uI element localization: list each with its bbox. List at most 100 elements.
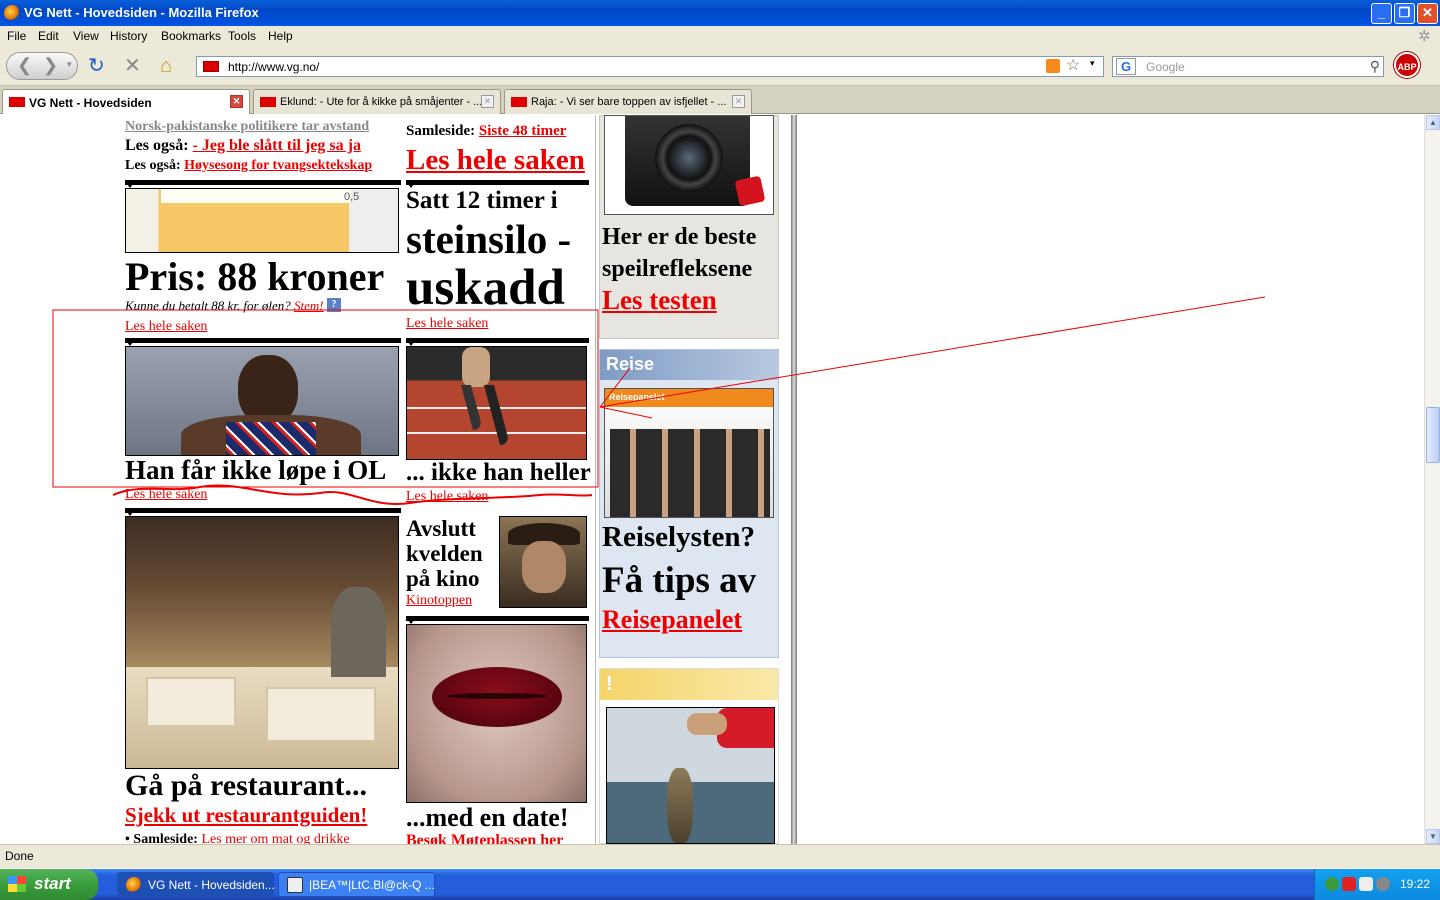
tab-label: Raja: - Vi ser bare toppen av isfjellet … (531, 96, 727, 108)
taskbar-button-label: VG Nett - Hovedsiden... (148, 878, 275, 892)
title-bar: VG Nett - Hovedsiden - Mozilla Firefox _… (0, 0, 1440, 26)
reiselysten-headline[interactable]: Reiselysten? (602, 521, 755, 554)
section-divider (406, 338, 589, 346)
camera-image[interactable] (604, 115, 774, 215)
restaurant-headline[interactable]: Gå på restaurant... (125, 769, 367, 803)
tray-antivirus-icon[interactable] (1342, 877, 1356, 891)
tab-eklund[interactable]: Eklund: - Ute for å kikke på småjenter -… (253, 89, 501, 114)
bang-header: ! (600, 669, 778, 700)
menu-view[interactable]: View (73, 29, 99, 43)
help-icon[interactable]: ? (326, 298, 341, 312)
scroll-down-icon[interactable]: ▼ (1426, 829, 1440, 844)
les-hele-saken-silo[interactable]: Les hele saken (406, 316, 488, 332)
les-ogsa-label: Les også: (125, 137, 189, 154)
reisepanelet-link[interactable]: Reisepanelet (602, 605, 742, 635)
menu-tools[interactable]: Tools (228, 29, 256, 43)
samleside-link[interactable]: Siste 48 timer (479, 123, 566, 139)
menu-file[interactable]: File (7, 29, 26, 43)
close-tab-icon[interactable]: ✕ (481, 95, 494, 108)
les-hele-saken-ol[interactable]: Les hele saken (125, 487, 207, 503)
taskbar-button-firefox[interactable]: VG Nett - Hovedsiden... (117, 872, 275, 897)
restaurant-guide-link[interactable]: Sjekk ut restaurantguiden! (125, 803, 367, 828)
reload-icon[interactable]: ↻ (88, 52, 105, 80)
beer-headline[interactable]: Pris: 88 kroner (125, 253, 384, 300)
moteplassen-link[interactable]: Besøk Møteplassen her (406, 832, 563, 844)
beer-question: Kunne du betalt 88 kr. for ølen? (125, 298, 291, 313)
kinotoppen-link[interactable]: Kinotoppen (406, 593, 472, 609)
samleside-link[interactable]: Les mer om mat og drikke (201, 832, 349, 844)
menu-bookmarks[interactable]: Bookmarks (161, 29, 221, 43)
google-engine-icon[interactable]: G (1116, 58, 1136, 75)
les-hele-saken-beer[interactable]: Les hele saken (125, 319, 207, 335)
vg-favicon-icon (9, 97, 25, 107)
maximize-button[interactable]: ❐ (1394, 3, 1415, 24)
close-button[interactable]: ✕ (1417, 3, 1438, 24)
samleside-top: Samleside: Siste 48 timer (406, 123, 566, 140)
minimize-button[interactable]: _ (1371, 3, 1392, 24)
date-headline[interactable]: ...med en date! (406, 803, 568, 833)
adblock-plus-icon[interactable]: ABP (1394, 52, 1420, 78)
back-arrow-icon[interactable]: ❮ (17, 55, 32, 76)
tray-utorrent-icon[interactable] (1325, 877, 1339, 891)
history-dropdown-icon[interactable]: ▾ (67, 59, 72, 70)
tab-vg-nett[interactable]: VG Nett - Hovedsiden ✕ (2, 89, 250, 114)
fa-tips-headline[interactable]: Få tips av (602, 559, 756, 602)
lips-image[interactable] (406, 624, 587, 803)
close-tab-icon[interactable]: ✕ (230, 95, 243, 108)
vote-link[interactable]: Stem! (294, 298, 324, 313)
les-ogsa-link-2[interactable]: Høysesong for tvangsektekskap (184, 158, 372, 173)
fishing-image[interactable] (606, 707, 775, 844)
les-testen-link[interactable]: Les testen (602, 285, 717, 316)
start-label: start (34, 874, 71, 893)
silo-headline-3[interactable]: uskadd (406, 259, 565, 317)
taskbar-button-chat[interactable]: |BEA™|LtC.Bl@ck-Q ... (278, 872, 435, 897)
les-hele-saken-top[interactable]: Les hele saken (406, 144, 585, 177)
samleside-label: Samleside: (133, 832, 198, 844)
silo-headline-1[interactable]: Satt 12 timer i (406, 187, 558, 215)
beer-image[interactable]: 0,5 (125, 188, 399, 253)
vg-favicon-icon (511, 97, 527, 107)
ol-headline[interactable]: Han får ikke løpe i OL (125, 455, 386, 486)
bookmark-star-icon[interactable]: ☆ (1066, 55, 1080, 75)
heller-headline[interactable]: ... ikke han heller (406, 459, 591, 487)
reisepanelet-image[interactable]: Reisepanelet (604, 388, 774, 518)
athlete-shirt (226, 422, 316, 455)
reise-image-label: Reisepanelet (609, 392, 665, 402)
restaurant-image[interactable] (125, 516, 399, 769)
url-dropdown-icon[interactable]: ▾ (1090, 58, 1095, 69)
kino-actor-image[interactable] (499, 516, 587, 608)
athlete-image[interactable] (125, 346, 399, 456)
section-divider (406, 616, 589, 624)
scroll-up-icon[interactable]: ▲ (1426, 115, 1440, 130)
camera-headline[interactable]: Her er de beste speilrefleksene (602, 221, 756, 285)
les-hele-saken-heller[interactable]: Les hele saken (406, 489, 488, 505)
kino-headline[interactable]: Avslutt kvelden på kino (406, 516, 483, 591)
menu-help[interactable]: Help (268, 29, 293, 43)
stop-icon[interactable]: ✕ (124, 52, 141, 80)
menu-edit[interactable]: Edit (38, 29, 59, 43)
search-box[interactable]: G Google ⚲ (1112, 56, 1384, 77)
tray-network-icon[interactable] (1359, 877, 1373, 891)
forward-arrow-icon[interactable]: ❯ (43, 55, 58, 76)
start-button[interactable]: start (0, 869, 98, 900)
url-bar[interactable]: http://www.vg.no/ (196, 56, 1104, 77)
runner-image[interactable] (406, 346, 587, 460)
scroll-thumb[interactable] (1426, 407, 1440, 463)
dice-icon (734, 175, 766, 207)
magnifier-icon[interactable]: ⚲ (1370, 58, 1380, 75)
home-icon[interactable]: ⌂ (160, 52, 172, 80)
tray-update-icon[interactable] (1376, 877, 1390, 891)
silo-headline-2[interactable]: steinsilo - (406, 215, 571, 263)
window-title: VG Nett - Hovedsiden - Mozilla Firefox (24, 5, 259, 20)
url-text: http://www.vg.no/ (228, 60, 320, 74)
rss-feed-icon[interactable] (1046, 59, 1060, 73)
tab-label: Eklund: - Ute for å kikke på småjenter -… (280, 96, 483, 108)
subhead-link[interactable]: Norsk-pakistanske politikere tar avstand (125, 119, 369, 135)
vertical-scrollbar[interactable]: ▲ ▼ (1424, 115, 1440, 844)
close-tab-icon[interactable]: ✕ (732, 95, 745, 108)
page-viewport: Norsk-pakistanske politikere tar avstand… (0, 115, 1424, 844)
menu-history[interactable]: History (110, 29, 147, 43)
tab-raja[interactable]: Raja: - Vi ser bare toppen av isfjellet … (504, 89, 752, 114)
actor-face (522, 541, 566, 593)
les-ogsa-link-1[interactable]: - Jeg ble slått til jeg sa ja (193, 137, 361, 154)
